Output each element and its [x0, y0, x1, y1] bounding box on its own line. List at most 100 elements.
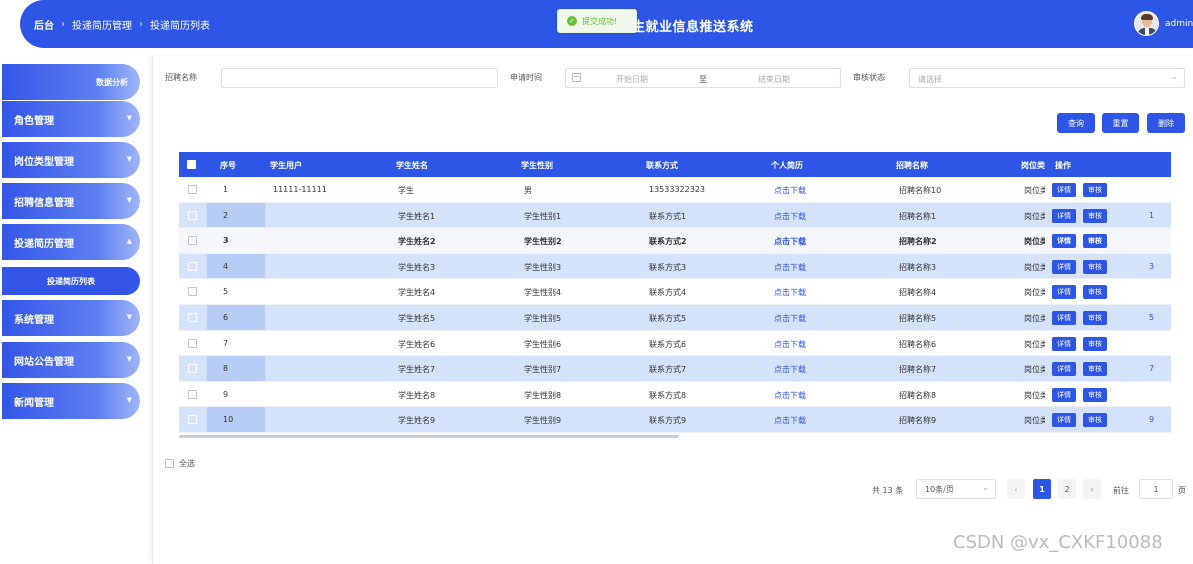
sidebar-subitem-resume-list[interactable]: 投递简历列表 — [2, 267, 140, 295]
reset-button[interactable]: 重置 — [1102, 113, 1139, 133]
toast-message: 提交成功! — [582, 16, 618, 26]
select-all-footer-checkbox[interactable] — [165, 459, 174, 468]
table-row[interactable]: 9学生姓名8学生性别8联系方式8点击下载招聘名称8岗位类型8详情审核 — [179, 381, 1171, 408]
goto-page-input[interactable]: 1 — [1139, 479, 1173, 499]
row-checkbox[interactable] — [188, 415, 197, 425]
horizontal-scrollbar[interactable] — [179, 435, 679, 438]
page-2-button[interactable]: 2 — [1058, 479, 1076, 499]
cell-job-type: 岗位类型5 — [1024, 314, 1046, 323]
resume-download-link[interactable]: 点击下载 — [774, 262, 806, 273]
job-name-input[interactable] — [221, 68, 498, 88]
table-row[interactable]: 10 学生姓名9 学生性别9 联系方式9 点击下载 招聘名称9 岗位类型9 详情审核 9 — [179, 407, 1171, 433]
audit-button[interactable]: 审核 — [1083, 311, 1107, 325]
sidebar-item-dashboard[interactable]: 数据分析 — [2, 64, 140, 100]
page-1-button[interactable]: 1 — [1033, 479, 1051, 499]
sidebar-item-system[interactable]: 系统管理 ▼ — [2, 300, 140, 336]
resume-download-link[interactable]: 点击下载 — [774, 339, 806, 350]
audit-button[interactable]: 审核 — [1083, 234, 1107, 249]
breadcrumb-home[interactable]: 后台 — [34, 17, 54, 32]
delete-button[interactable]: 删除 — [1147, 113, 1185, 133]
cell-index: 5 — [223, 287, 229, 297]
resume-download-link[interactable]: 点击下载 — [774, 236, 806, 247]
username[interactable]: admin — [1165, 19, 1193, 29]
resume-download-link[interactable]: 点击下载 — [774, 287, 806, 298]
cell-index: 3 — [223, 236, 229, 246]
detail-button[interactable]: 详情 — [1052, 413, 1076, 428]
audit-status-select[interactable]: 请选择 ⌄ — [909, 68, 1185, 88]
row-checkbox[interactable] — [188, 261, 197, 271]
row-checkbox[interactable] — [188, 338, 197, 348]
audit-button[interactable]: 审核 — [1083, 208, 1107, 223]
column-header: 个人简历 — [771, 161, 803, 170]
table-row[interactable]: 8 学生姓名7 学生性别7 联系方式7 点击下载 招聘名称7 岗位类型7 详情审核 7 — [179, 356, 1171, 382]
resume-download-link[interactable]: 点击下载 — [774, 185, 806, 196]
detail-button[interactable]: 详情 — [1052, 285, 1076, 300]
table-row[interactable]: 6 学生姓名5 学生性别5 联系方式5 点击下载 招聘名称5 岗位类型5 详情审核 5 — [179, 305, 1171, 331]
resume-download-link[interactable]: 点击下载 — [774, 415, 806, 426]
date-range-picker[interactable]: 开始日期 至 结束日期 — [565, 68, 841, 88]
detail-button[interactable]: 详情 — [1052, 234, 1076, 249]
cell-job-name: 招聘名称7 — [899, 365, 937, 375]
audit-button[interactable]: 审核 — [1083, 362, 1107, 377]
audit-button[interactable]: 审核 — [1083, 285, 1107, 300]
audit-button[interactable]: 审核 — [1083, 183, 1107, 197]
sidebar-item-roles[interactable]: 角色管理 ▼ — [2, 101, 140, 137]
cell-contact: 联系方式6 — [649, 339, 687, 349]
detail-button[interactable]: 详情 — [1052, 387, 1076, 402]
sidebar-item-recruitment[interactable]: 招聘信息管理 ▼ — [2, 183, 140, 219]
sidebar-item-label: 数据分析 — [96, 77, 128, 87]
row-checkbox[interactable] — [188, 185, 197, 194]
sidebar-item-resumes[interactable]: 投递简历管理 ▲ — [2, 224, 140, 260]
resume-download-link[interactable]: 点击下载 — [774, 390, 806, 401]
select-all-checkbox[interactable] — [187, 160, 196, 169]
table-row[interactable]: 3学生姓名2学生性别2联系方式2点击下载招聘名称2岗位类型2详情审核 — [179, 228, 1171, 254]
resume-download-link[interactable]: 点击下载 — [774, 211, 806, 222]
query-button[interactable]: 查询 — [1057, 113, 1095, 133]
cell-student-gender: 学生性别7 — [524, 365, 562, 375]
row-checkbox[interactable] — [188, 389, 197, 399]
page-size-select[interactable]: 10条/页 ⌄ — [916, 479, 996, 499]
next-page-button[interactable]: › — [1083, 479, 1101, 499]
end-date-input[interactable]: 结束日期 — [758, 74, 790, 85]
table-row[interactable]: 4 学生姓名3 学生性别3 联系方式3 点击下载 招聘名称3 岗位类型3 详情审核 3 — [179, 253, 1171, 280]
select-all-label: 全选 — [179, 459, 195, 468]
resume-download-link[interactable]: 点击下载 — [774, 364, 806, 375]
row-checkbox[interactable] — [188, 236, 197, 246]
row-checkbox[interactable] — [188, 313, 197, 322]
audit-button[interactable]: 审核 — [1083, 387, 1107, 402]
column-header: 序号 — [220, 161, 236, 170]
detail-button[interactable]: 详情 — [1052, 208, 1076, 223]
cell-job-name: 招聘名称5 — [899, 314, 937, 323]
table-row[interactable]: 5学生姓名4学生性别4联系方式4点击下载招聘名称4岗位类型4详情审核 — [179, 279, 1171, 305]
sidebar-item-notices[interactable]: 网站公告管理 ▼ — [2, 342, 140, 378]
cell-index: 1 — [223, 185, 229, 194]
avatar[interactable] — [1134, 11, 1159, 36]
sidebar-item-job-types[interactable]: 岗位类型管理 ▼ — [2, 142, 140, 178]
detail-button[interactable]: 详情 — [1052, 183, 1076, 197]
table-row[interactable]: 7学生姓名6学生性别6联系方式6点击下载招聘名称6岗位类型6详情审核 — [179, 330, 1171, 357]
detail-button[interactable]: 详情 — [1052, 362, 1076, 377]
cell-index: 6 — [223, 313, 229, 322]
cell-index: 10 — [223, 415, 234, 425]
breadcrumb-item[interactable]: 投递简历管理 — [72, 17, 132, 32]
resume-download-link[interactable]: 点击下载 — [774, 313, 806, 324]
breadcrumb-separator-icon: › — [139, 19, 143, 30]
detail-button[interactable]: 详情 — [1052, 259, 1076, 274]
sidebar-item-news[interactable]: 新闻管理 ▼ — [2, 383, 140, 419]
start-date-input[interactable]: 开始日期 — [616, 74, 648, 85]
row-checkbox[interactable] — [188, 210, 197, 220]
row-checkbox[interactable] — [188, 287, 197, 297]
breadcrumb-item[interactable]: 投递简历列表 — [150, 17, 210, 32]
detail-button[interactable]: 详情 — [1052, 336, 1076, 351]
table-header: 序号 学生用户 学生姓名 学生性别 联系方式 个人简历 招聘名称 岗位类 操作 — [179, 152, 1171, 177]
table-row[interactable]: 2 学生姓名1 学生性别1 联系方式1 点击下载 招聘名称1 岗位类型1 详情审核 1 — [179, 202, 1171, 229]
cell-job-type: 岗位类型4 — [1024, 288, 1046, 298]
detail-button[interactable]: 详情 — [1052, 311, 1076, 325]
audit-button[interactable]: 审核 — [1083, 259, 1107, 274]
select-all[interactable]: 全选 — [165, 458, 195, 469]
row-checkbox[interactable] — [188, 364, 197, 374]
audit-button[interactable]: 审核 — [1083, 413, 1107, 428]
table-row[interactable]: 1 11111-11111 学生 男 13533322323 点击下载 招聘名称10 岗位类型… — [179, 177, 1171, 203]
prev-page-button[interactable]: ‹ — [1007, 479, 1025, 499]
audit-button[interactable]: 审核 — [1083, 336, 1107, 351]
